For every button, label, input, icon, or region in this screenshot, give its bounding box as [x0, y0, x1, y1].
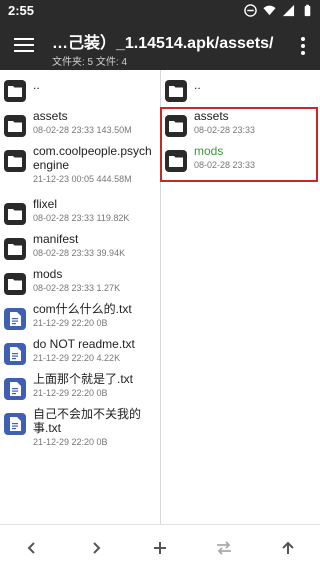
- item-name: mods: [33, 267, 63, 281]
- text-file-icon: [4, 308, 26, 330]
- folder-icon: [4, 273, 26, 295]
- list-item[interactable]: mods 08-02-28 23:33 1.27K: [0, 263, 160, 298]
- item-name: assets: [33, 109, 68, 123]
- list-item[interactable]: flixel 08-02-28 23:33 119.82K: [0, 193, 160, 228]
- item-name: com.coolpeople.psychengine: [33, 144, 152, 172]
- arrow-up-icon: [282, 541, 294, 554]
- status-time: 2:55: [8, 3, 35, 18]
- folder-icon: [4, 115, 26, 137]
- list-item-parent[interactable]: ..: [161, 70, 320, 105]
- page-title: …己装）_1.14514.apk/assets/: [52, 35, 274, 52]
- list-item[interactable]: com什么什么的.txt 21-12-29 22:20 0B: [0, 298, 160, 333]
- item-name: 自己不会加不关我的事.txt: [33, 407, 142, 435]
- list-item[interactable]: 上面那个就是了.txt 21-12-29 22:20 0B: [0, 368, 160, 403]
- bottom-toolbar: [0, 524, 320, 569]
- item-meta: 21-12-29 22:20 0B: [33, 388, 108, 398]
- battery-icon: [304, 4, 311, 17]
- item-meta: 21-12-23 00:05 444.58M: [33, 174, 132, 184]
- swap-panes-button[interactable]: [209, 533, 239, 563]
- text-file-icon: [4, 378, 26, 400]
- item-meta: 08-02-28 23:33 143.50M: [33, 125, 132, 135]
- forward-button[interactable]: [81, 533, 111, 563]
- left-file-pane: .. assets 08-02-28 23:33 143.50M com.cool…: [0, 70, 160, 524]
- folder-icon: [165, 80, 187, 102]
- more-options-icon[interactable]: [300, 37, 306, 55]
- status-bar: 2:55: [0, 0, 320, 22]
- item-meta: 08-02-28 23:33 1.27K: [33, 283, 121, 293]
- text-file-icon: [4, 343, 26, 365]
- folder-icon: [4, 80, 26, 102]
- folder-file-count: 文件夹: 5 文件: 4: [52, 57, 128, 68]
- item-name: flixel: [33, 197, 58, 211]
- do-not-disturb-icon: [244, 4, 257, 17]
- item-name: com什么什么的.txt: [33, 302, 132, 316]
- signal-icon: [282, 4, 295, 17]
- back-button[interactable]: [17, 533, 47, 563]
- list-item[interactable]: 自己不会加不关我的事.txt 21-12-29 22:20 0B: [0, 403, 160, 456]
- item-meta: 08-02-28 23:33 39.94K: [33, 248, 126, 258]
- up-directory-button[interactable]: [273, 533, 303, 563]
- item-name: ..: [194, 78, 201, 92]
- menu-icon[interactable]: [12, 34, 36, 58]
- selection-highlight-box: [160, 107, 318, 182]
- text-file-icon: [4, 413, 26, 435]
- item-name: 上面那个就是了.txt: [33, 372, 134, 386]
- app-bar: …己装）_1.14514.apk/assets/ 文件夹: 5 文件: 4: [0, 22, 320, 70]
- add-button[interactable]: [145, 533, 175, 563]
- item-meta: 08-02-28 23:33 119.82K: [33, 213, 130, 223]
- status-icons: [244, 4, 314, 17]
- list-item[interactable]: com.coolpeople.psychengine 21-12-23 00:05…: [0, 140, 160, 193]
- list-item[interactable]: assets 08-02-28 23:33 143.50M: [0, 105, 160, 140]
- item-name: ..: [33, 78, 40, 92]
- swap-icon: [217, 541, 231, 555]
- item-meta: 21-12-29 22:20 4.22K: [33, 353, 121, 363]
- folder-icon: [4, 150, 26, 172]
- chevron-left-icon: [27, 542, 35, 554]
- folder-icon: [4, 238, 26, 260]
- plus-icon: [154, 542, 166, 554]
- item-meta: 21-12-29 22:20 0B: [33, 437, 108, 447]
- list-item[interactable]: manifest 08-02-28 23:33 39.94K: [0, 228, 160, 263]
- item-name: do NOT readme.txt: [33, 337, 135, 351]
- list-item-parent[interactable]: ..: [0, 70, 160, 105]
- wifi-icon: [263, 5, 276, 16]
- list-item[interactable]: do NOT readme.txt 21-12-29 22:20 4.22K: [0, 333, 160, 368]
- item-name: manifest: [33, 232, 79, 246]
- item-meta: 21-12-29 22:20 0B: [33, 318, 108, 328]
- chevron-right-icon: [93, 542, 101, 554]
- folder-icon: [4, 203, 26, 225]
